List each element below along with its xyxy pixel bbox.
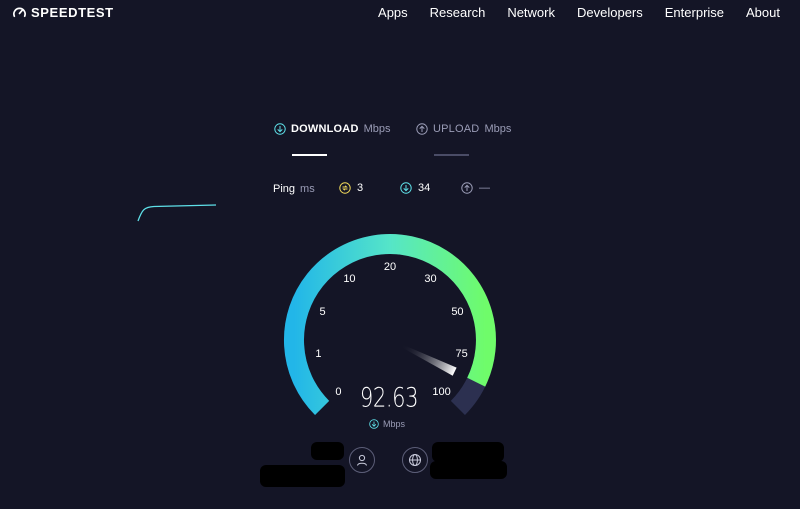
- main-nav: Apps Research Network Developers Enterpr…: [378, 5, 780, 20]
- nav-enterprise[interactable]: Enterprise: [665, 5, 724, 20]
- nav-about[interactable]: About: [746, 5, 780, 20]
- current-speed-unit: Mbps: [369, 419, 405, 429]
- gauge-scale-label: 10: [343, 273, 356, 286]
- tab-upload[interactable]: UPLOAD Mbps: [416, 123, 511, 135]
- upload-ping-value: —: [479, 182, 490, 194]
- nav-apps[interactable]: Apps: [378, 5, 408, 20]
- ping-row: Ping ms: [273, 183, 315, 195]
- gauge-scale-label: 1: [315, 348, 322, 361]
- speed-unit-label: Mbps: [383, 419, 406, 429]
- arrow-down-circle-icon: [400, 182, 412, 194]
- logo-text: SPEEDTEST: [31, 5, 114, 20]
- speedtest-logo[interactable]: SPEEDTEST: [12, 5, 114, 20]
- ping-label: Ping: [273, 183, 296, 195]
- nav-developers[interactable]: Developers: [577, 5, 643, 20]
- gauge-scale-label: 0: [335, 385, 342, 398]
- arrow-up-circle-icon: [461, 182, 473, 194]
- jitter-value: 3: [357, 182, 364, 194]
- tab-download-underline: [292, 154, 327, 156]
- redacted-block: [430, 461, 507, 479]
- redacted-block: [311, 442, 344, 460]
- arrow-up-circle-icon: [416, 123, 428, 135]
- jitter-icon: [339, 182, 351, 194]
- gauge-scale-label: 5: [319, 306, 326, 319]
- gauge-scale-label: 20: [383, 261, 397, 273]
- download-ping-value: 34: [418, 182, 431, 194]
- arrow-down-circle-icon: [274, 123, 286, 135]
- gauge-scale-label: 30: [424, 273, 437, 286]
- tab-download-unit: Mbps: [363, 123, 391, 135]
- tab-upload-label: UPLOAD: [433, 123, 480, 135]
- speedometer-icon: [13, 7, 26, 18]
- ping-unit: ms: [300, 183, 315, 195]
- redacted-block: [260, 465, 345, 487]
- arrow-down-circle-icon: [369, 419, 379, 429]
- nav-research[interactable]: Research: [430, 5, 486, 20]
- tab-download-label: DOWNLOAD: [291, 123, 359, 135]
- current-speed-value: 92.63: [359, 382, 419, 414]
- top-header: SPEEDTEST Apps Research Network Develope…: [0, 0, 800, 26]
- user-button[interactable]: [349, 447, 375, 473]
- tab-download[interactable]: DOWNLOAD Mbps: [274, 123, 391, 135]
- redacted-block: [432, 442, 504, 462]
- nav-network[interactable]: Network: [507, 5, 555, 20]
- gauge-scale-label: 100: [432, 385, 451, 398]
- gauge-scale-label: 50: [451, 306, 464, 319]
- gauge-needle: [400, 344, 457, 376]
- jitter-stat: 3: [339, 182, 363, 194]
- globe-icon: [409, 454, 421, 466]
- server-globe-button[interactable]: [402, 447, 428, 473]
- user-icon: [357, 454, 367, 466]
- tab-upload-unit: Mbps: [484, 123, 512, 135]
- gauge-scale-label: 75: [455, 348, 468, 361]
- speed-graph-line: [137, 204, 217, 222]
- upload-ping-stat: —: [461, 182, 490, 194]
- tab-upload-underline: [434, 154, 469, 156]
- download-ping-stat: 34: [400, 182, 430, 194]
